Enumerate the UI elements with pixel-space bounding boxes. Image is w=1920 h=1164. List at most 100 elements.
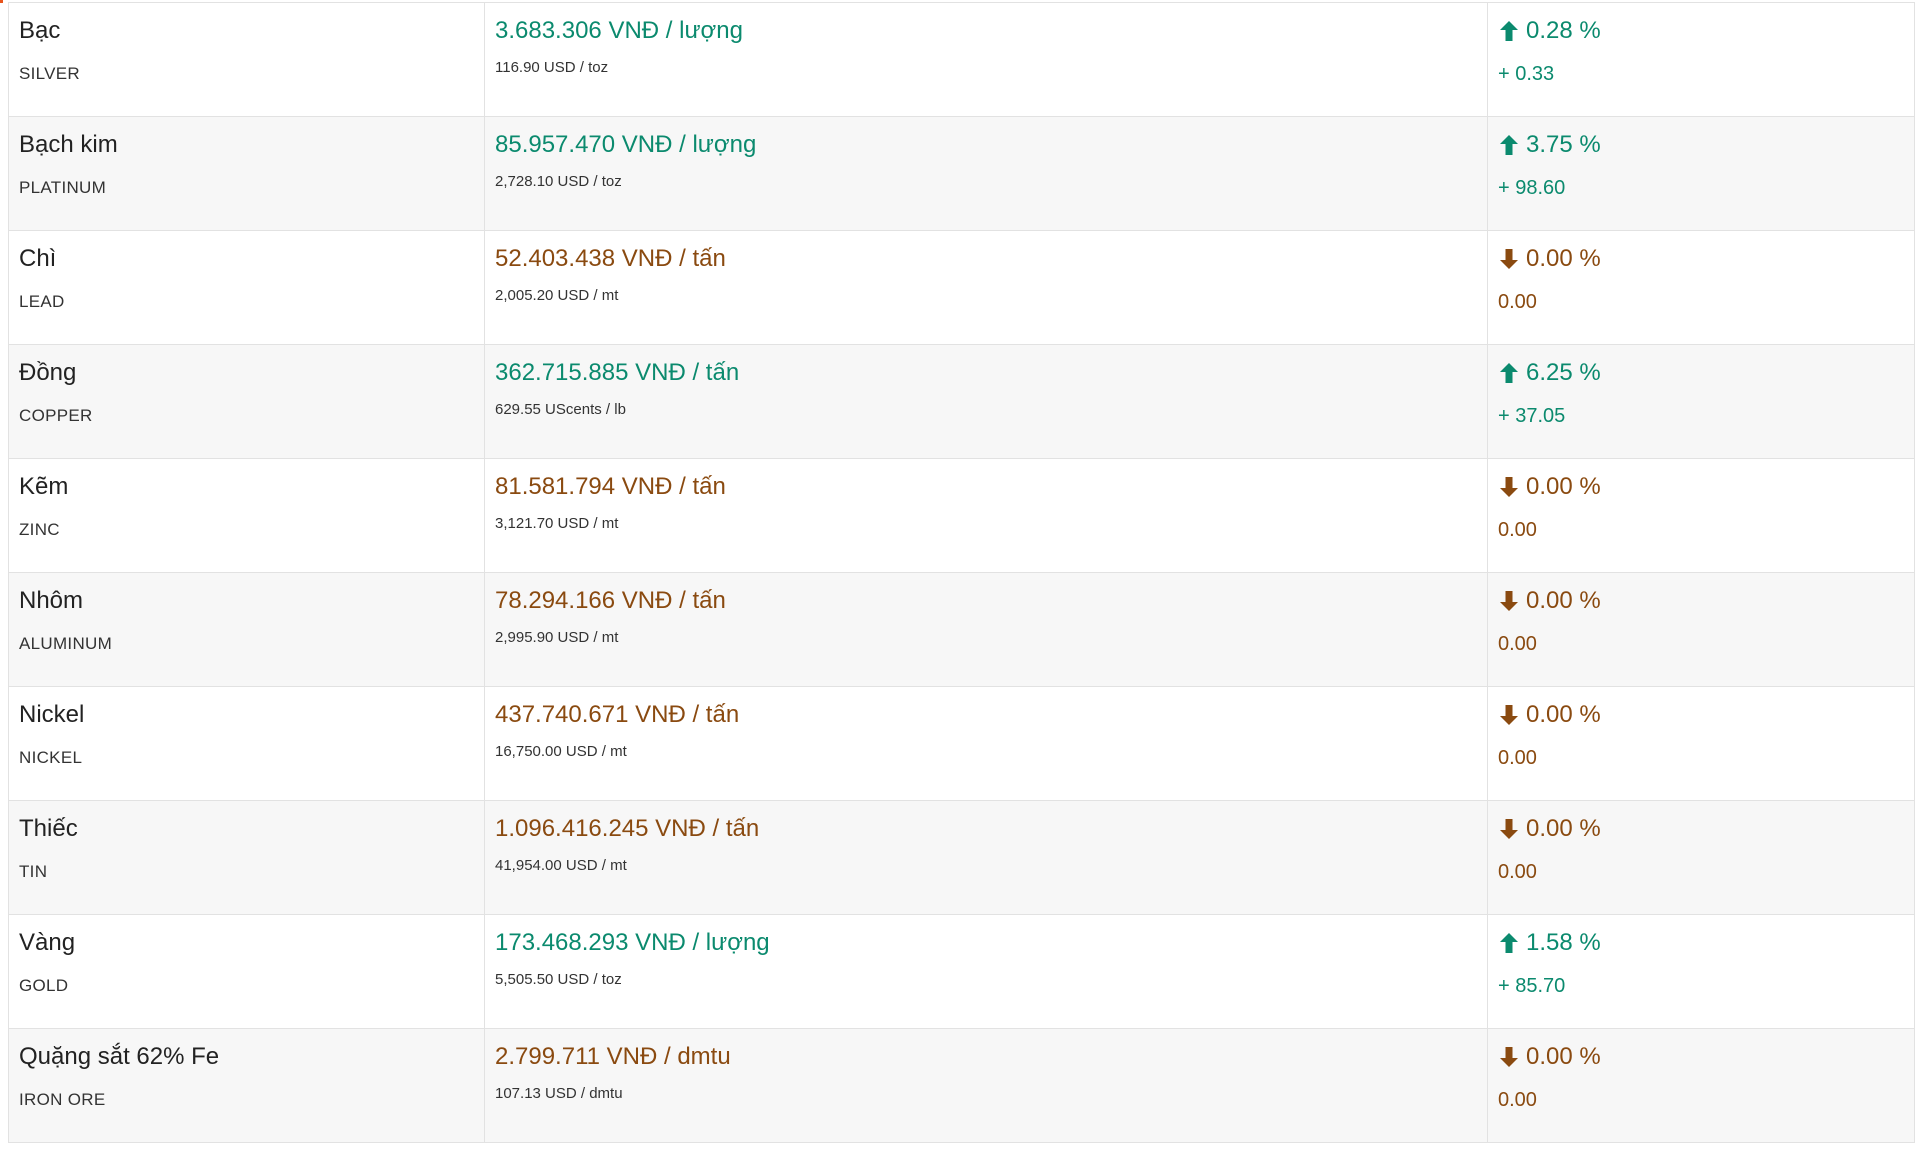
commodity-name: Nickel: [19, 701, 85, 728]
change-percent: 6.25 %: [1526, 359, 1601, 386]
commodity-name: Nhôm: [19, 587, 84, 614]
change-delta: + 37.05: [1498, 405, 1566, 427]
commodity-price-cell: 52.403.438 VNĐ / tấn 2,005.20 USD / mt: [484, 230, 1488, 345]
commodity-name-cell: Nhôm ALUMINUM: [8, 572, 485, 687]
change-percent: 3.75 %: [1526, 131, 1601, 158]
commodity-change-cell: 0.00 % 0.00: [1487, 800, 1915, 915]
price-vnd: 437.740.671 VNĐ / tấn: [495, 701, 740, 728]
commodity-name: Quặng sắt 62% Fe: [19, 1043, 220, 1070]
change-percent-line: 6.25 %: [1498, 358, 1904, 388]
price-vnd: 1.096.416.245 VNĐ / tấn: [495, 815, 760, 842]
price-usd: 41,954.00 USD / mt: [495, 857, 627, 874]
arrow-down-icon: [1498, 817, 1520, 841]
top-accent-mark: [0, 0, 3, 3]
price-usd: 629.55 UScents / lb: [495, 401, 626, 418]
commodity-change-cell: 0.00 % 0.00: [1487, 686, 1915, 801]
change-delta: 0.00: [1498, 747, 1537, 769]
price-vnd: 78.294.166 VNĐ / tấn: [495, 587, 726, 614]
table-row: Bạc SILVER 3.683.306 VNĐ / lượng 116.90 USD…: [8, 2, 1915, 117]
arrow-down-icon: [1498, 475, 1520, 499]
commodity-price-cell: 362.715.885 VNĐ / tấn 629.55 UScents / lb: [484, 344, 1488, 459]
table-row: Kẽm ZINC 81.581.794 VNĐ / tấn 3,121.70 USD …: [8, 458, 1915, 573]
change-percent: 0.00 %: [1526, 473, 1601, 500]
commodity-name-cell: Chì LEAD: [8, 230, 485, 345]
price-vnd: 362.715.885 VNĐ / tấn: [495, 359, 740, 386]
change-delta: + 85.70: [1498, 975, 1566, 997]
commodity-price-cell: 437.740.671 VNĐ / tấn 16,750.00 USD / mt: [484, 686, 1488, 801]
commodity-table-body: Bạc SILVER 3.683.306 VNĐ / lượng 116.90 USD…: [8, 2, 1915, 1143]
commodity-name-cell: Bạc SILVER: [8, 2, 485, 117]
commodity-name-cell: Vàng GOLD: [8, 914, 485, 1029]
price-usd: 3,121.70 USD / mt: [495, 515, 619, 532]
change-percent: 0.00 %: [1526, 587, 1601, 614]
change-delta: 0.00: [1498, 1089, 1537, 1111]
price-vnd: 85.957.470 VNĐ / lượng: [495, 131, 757, 158]
change-percent-line: 1.58 %: [1498, 928, 1904, 958]
change-percent-line: 0.00 %: [1498, 586, 1904, 616]
commodity-change-cell: 1.58 % + 85.70: [1487, 914, 1915, 1029]
commodity-change-cell: 6.25 % + 37.05: [1487, 344, 1915, 459]
commodity-name: Bạch kim: [19, 131, 118, 158]
commodity-code: PLATINUM: [19, 178, 107, 197]
change-delta: 0.00: [1498, 861, 1537, 883]
commodity-price-cell: 3.683.306 VNĐ / lượng 116.90 USD / toz: [484, 2, 1488, 117]
commodity-price-cell: 1.096.416.245 VNĐ / tấn 41,954.00 USD / m…: [484, 800, 1488, 915]
price-vnd: 52.403.438 VNĐ / tấn: [495, 245, 726, 272]
commodity-code: GOLD: [19, 976, 69, 995]
commodity-price-cell: 81.581.794 VNĐ / tấn 3,121.70 USD / mt: [484, 458, 1488, 573]
price-usd: 107.13 USD / dmtu: [495, 1085, 623, 1102]
table-row: Đồng COPPER 362.715.885 VNĐ / tấn 629.55 US…: [8, 344, 1915, 459]
change-percent-line: 0.28 %: [1498, 16, 1904, 46]
change-delta: 0.00: [1498, 633, 1537, 655]
commodity-name: Vàng: [19, 929, 76, 956]
change-percent-line: 0.00 %: [1498, 472, 1904, 502]
commodity-code: ALUMINUM: [19, 634, 113, 653]
table-row: Bạch kim PLATINUM 85.957.470 VNĐ / lượng 2,…: [8, 116, 1915, 231]
commodity-change-cell: 0.00 % 0.00: [1487, 572, 1915, 687]
change-percent: 0.28 %: [1526, 17, 1601, 44]
commodity-name: Chì: [19, 245, 57, 272]
price-usd: 2,728.10 USD / toz: [495, 173, 622, 190]
change-delta: 0.00: [1498, 519, 1537, 541]
commodity-change-cell: 0.00 % 0.00: [1487, 1028, 1915, 1143]
change-percent-line: 0.00 %: [1498, 814, 1904, 844]
change-percent-line: 0.00 %: [1498, 700, 1904, 730]
commodity-code: LEAD: [19, 292, 65, 311]
commodity-code: TIN: [19, 862, 48, 881]
commodity-code: SILVER: [19, 64, 81, 83]
arrow-down-icon: [1498, 1045, 1520, 1069]
commodity-price-table: Bạc SILVER 3.683.306 VNĐ / lượng 116.90 USD…: [8, 2, 1915, 1143]
price-vnd: 81.581.794 VNĐ / tấn: [495, 473, 726, 500]
commodity-name-cell: Quặng sắt 62% Fe IRON ORE: [8, 1028, 485, 1143]
change-percent: 1.58 %: [1526, 929, 1601, 956]
commodity-name-cell: Đồng COPPER: [8, 344, 485, 459]
price-usd: 116.90 USD / toz: [495, 59, 609, 76]
price-usd: 2,005.20 USD / mt: [495, 287, 619, 304]
commodity-name-cell: Bạch kim PLATINUM: [8, 116, 485, 231]
arrow-up-icon: [1498, 19, 1520, 43]
arrow-up-icon: [1498, 931, 1520, 955]
table-row: Chì LEAD 52.403.438 VNĐ / tấn 2,005.20 USD …: [8, 230, 1915, 345]
commodity-price-cell: 78.294.166 VNĐ / tấn 2,995.90 USD / mt: [484, 572, 1488, 687]
change-delta: 0.00: [1498, 291, 1537, 313]
change-delta: + 0.33: [1498, 63, 1555, 85]
change-percent: 0.00 %: [1526, 815, 1601, 842]
change-delta: + 98.60: [1498, 177, 1566, 199]
commodity-price-page: Bạc SILVER 3.683.306 VNĐ / lượng 116.90 USD…: [0, 0, 1920, 1164]
commodity-change-cell: 0.00 % 0.00: [1487, 458, 1915, 573]
table-row: Thiếc TIN 1.096.416.245 VNĐ / tấn 41,954.00…: [8, 800, 1915, 915]
change-percent-line: 3.75 %: [1498, 130, 1904, 160]
change-percent-line: 0.00 %: [1498, 1042, 1904, 1072]
commodity-name-cell: Kẽm ZINC: [8, 458, 485, 573]
commodity-code: NICKEL: [19, 748, 83, 767]
commodity-name: Kẽm: [19, 473, 69, 500]
commodity-price-cell: 85.957.470 VNĐ / lượng 2,728.10 USD / toz: [484, 116, 1488, 231]
change-percent: 0.00 %: [1526, 245, 1601, 272]
table-row: Nhôm ALUMINUM 78.294.166 VNĐ / tấn 2,995.90…: [8, 572, 1915, 687]
commodity-change-cell: 3.75 % + 98.60: [1487, 116, 1915, 231]
commodity-name: Bạc: [19, 17, 61, 44]
commodity-name: Đồng: [19, 359, 77, 386]
commodity-price-cell: 173.468.293 VNĐ / lượng 5,505.50 USD / to…: [484, 914, 1488, 1029]
commodity-code: ZINC: [19, 520, 60, 539]
arrow-up-icon: [1498, 361, 1520, 385]
